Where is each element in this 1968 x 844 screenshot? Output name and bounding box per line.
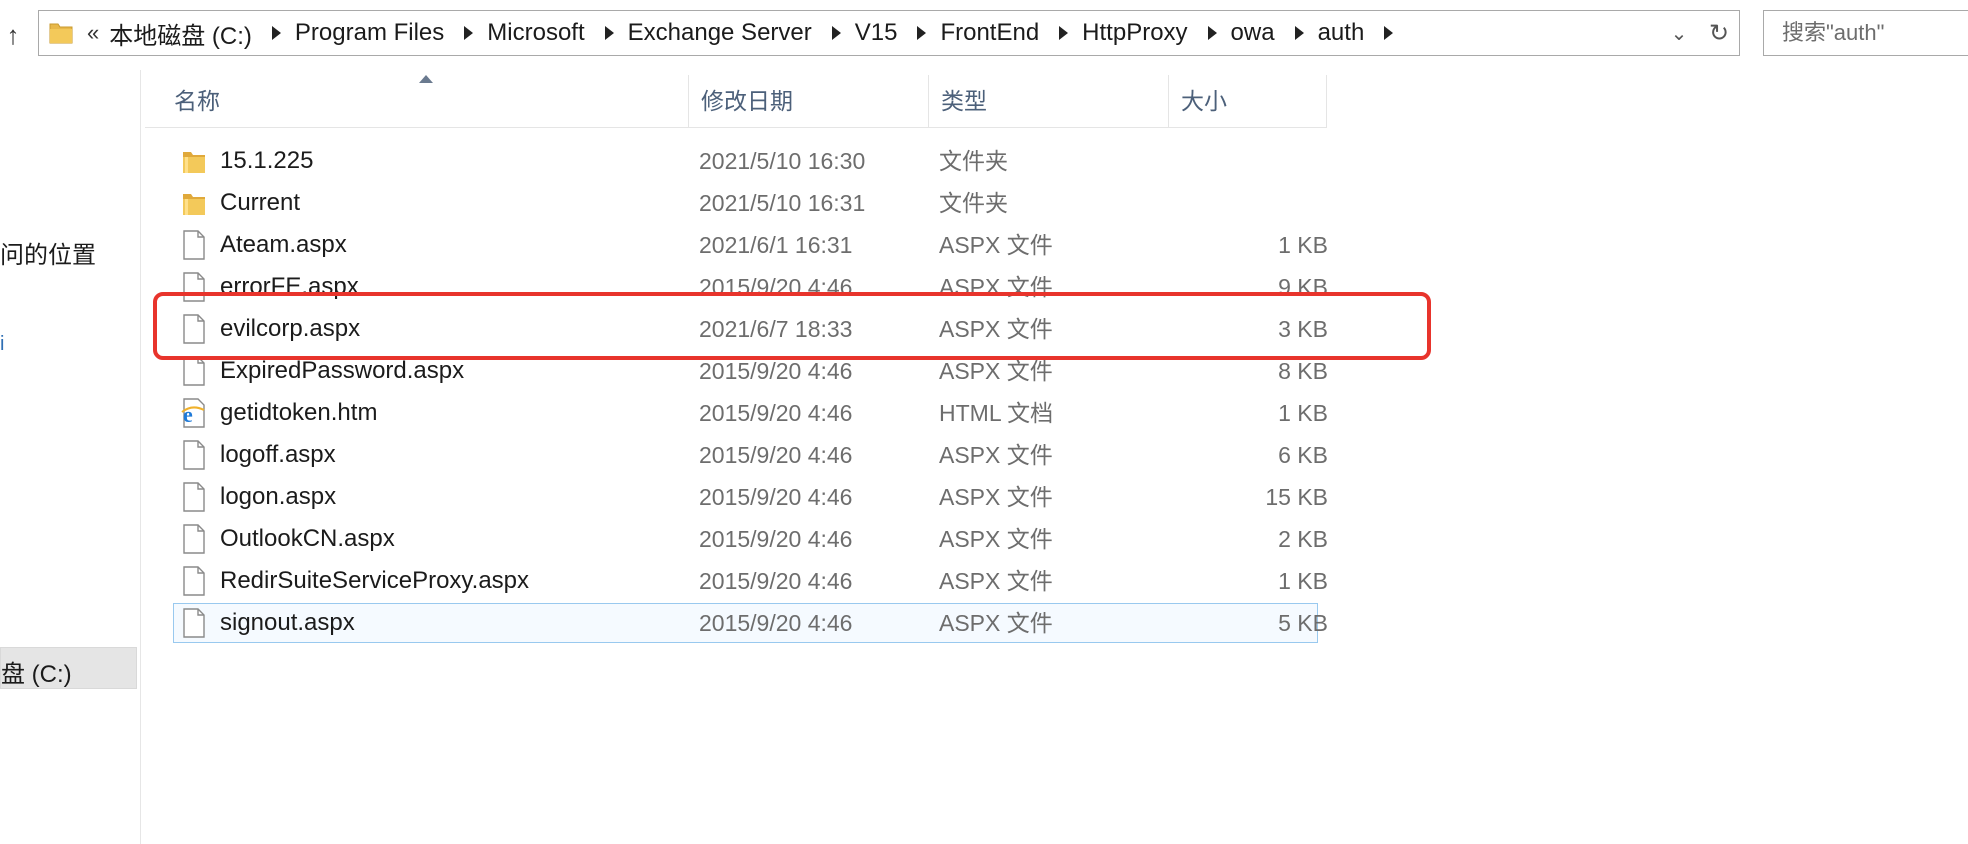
breadcrumb-separator-icon[interactable]: [464, 26, 474, 40]
file-name: OutlookCN.aspx: [220, 525, 395, 552]
up-arrow-icon[interactable]: ↑: [2, 22, 24, 48]
file-name: Ateam.aspx: [220, 231, 347, 258]
file-type: ASPX 文件: [939, 568, 1053, 594]
file-name: RedirSuiteServiceProxy.aspx: [220, 567, 530, 594]
file-name: signout.aspx: [220, 609, 355, 636]
breadcrumb-owa[interactable]: owa: [1231, 19, 1275, 47]
breadcrumb-auth[interactable]: auth: [1318, 19, 1365, 47]
breadcrumb-separator-icon[interactable]: [1207, 26, 1217, 40]
svg-text:e: e: [183, 402, 193, 427]
breadcrumb-program-files[interactable]: Program Files: [295, 19, 444, 47]
file-date: 2015/9/20 4:46: [699, 484, 853, 510]
file-size: 1 KB: [1278, 232, 1328, 258]
file-type: 文件夹: [939, 190, 1008, 216]
folder-icon: [49, 23, 73, 44]
column-headers: 名称 修改日期 类型 大小: [145, 75, 1327, 128]
file-size: 1 KB: [1278, 568, 1328, 594]
file-date: 2015/9/20 4:46: [699, 400, 853, 426]
file-type: ASPX 文件: [939, 484, 1053, 510]
file-row[interactable]: logoff.aspx 2015/9/20 4:46 ASPX 文件 6 KB: [145, 434, 1328, 476]
file-date: 2015/9/20 4:46: [699, 610, 853, 636]
file-row[interactable]: RedirSuiteServiceProxy.aspx 2015/9/20 4:4…: [145, 560, 1328, 602]
file-date: 2015/9/20 4:46: [699, 442, 853, 468]
folder-icon: [181, 146, 207, 176]
file-date: 2021/6/1 16:31: [699, 232, 853, 258]
file-name: Current: [220, 189, 301, 216]
file-icon: [181, 524, 207, 554]
address-toolbar: ↑ « 本地磁盘 (C:) Program Files Microsoft Ex…: [0, 0, 1968, 70]
file-name: logoff.aspx: [220, 441, 336, 468]
file-type: ASPX 文件: [939, 526, 1053, 552]
breadcrumb-frontend[interactable]: FrontEnd: [940, 19, 1039, 47]
breadcrumb-httpproxy[interactable]: HttpProxy: [1082, 19, 1187, 47]
breadcrumb-overflow[interactable]: «: [87, 20, 99, 46]
file-name: logon.aspx: [220, 483, 337, 510]
file-size: 1 KB: [1278, 400, 1328, 426]
file-name: getidtoken.htm: [220, 399, 378, 426]
file-icon: [181, 566, 207, 596]
file-size: 5 KB: [1278, 610, 1328, 636]
breadcrumb-separator-icon[interactable]: [917, 26, 927, 40]
file-row[interactable]: Ateam.aspx 2021/6/1 16:31 ASPX 文件 1 KB: [145, 224, 1328, 266]
file-icon: [181, 230, 207, 260]
breadcrumb-v15[interactable]: V15: [855, 19, 898, 47]
file-icon: [181, 482, 207, 512]
file-size: 6 KB: [1278, 442, 1328, 468]
breadcrumb-local-disk[interactable]: 本地磁盘 (C:): [109, 16, 252, 51]
breadcrumb-exchange-server[interactable]: Exchange Server: [628, 19, 812, 47]
ie-icon: e: [181, 398, 207, 428]
nav-item-drive-label: 盘 (C:): [1, 661, 72, 688]
file-row[interactable]: Current 2021/5/10 16:31 文件夹: [145, 182, 1327, 224]
nav-item-recent[interactable]: 问的位置: [0, 235, 96, 270]
file-date: 2015/9/20 4:46: [699, 526, 853, 552]
address-bar[interactable]: « 本地磁盘 (C:) Program Files Microsoft Exch…: [38, 10, 1740, 56]
file-date: 2021/5/10 16:30: [699, 148, 866, 174]
file-name: 15.1.225: [220, 147, 314, 174]
refresh-icon[interactable]: ↻: [1699, 19, 1739, 48]
file-date: 2015/9/20 4:46: [699, 568, 853, 594]
file-type: ASPX 文件: [939, 610, 1053, 636]
column-header-type[interactable]: 类型: [929, 75, 1169, 127]
search-input[interactable]: 搜索"auth": [1763, 10, 1968, 56]
file-row[interactable]: 15.1.225 2021/5/10 16:30 文件夹: [145, 140, 1327, 182]
folder-icon: [181, 188, 207, 218]
nav-item-link[interactable]: i: [0, 333, 4, 356]
file-icon: [181, 440, 207, 470]
nav-item-drive-selected[interactable]: 盘 (C:): [0, 647, 137, 689]
file-date: 2021/5/10 16:31: [699, 190, 866, 216]
file-row[interactable]: logon.aspx 2015/9/20 4:46 ASPX 文件 15 KB: [145, 476, 1328, 518]
file-icon: [181, 608, 207, 638]
navigation-pane: 问的位置 i 盘 (C:): [0, 70, 141, 844]
file-list: 15.1.225 2021/5/10 16:30 文件夹 Current 2021/5/…: [145, 140, 1328, 644]
file-size: 15 KB: [1265, 484, 1328, 510]
breadcrumb-separator-icon[interactable]: [1384, 26, 1394, 40]
chevron-down-icon[interactable]: ⌄: [1659, 21, 1699, 46]
file-row[interactable]: signout.aspx 2015/9/20 4:46 ASPX 文件 5 KB: [145, 602, 1328, 644]
file-type: ASPX 文件: [939, 232, 1053, 258]
breadcrumb-separator-icon[interactable]: [1059, 26, 1069, 40]
breadcrumb-separator-icon[interactable]: [1294, 26, 1304, 40]
breadcrumb-separator-icon[interactable]: [604, 26, 614, 40]
file-row[interactable]: OutlookCN.aspx 2015/9/20 4:46 ASPX 文件 2 KB: [145, 518, 1328, 560]
column-header-date[interactable]: 修改日期: [689, 75, 929, 127]
annotation-highlight-box: [153, 292, 1431, 360]
file-type: 文件夹: [939, 148, 1008, 174]
breadcrumb-microsoft[interactable]: Microsoft: [487, 19, 584, 47]
file-size: 2 KB: [1278, 526, 1328, 552]
file-row[interactable]: e getidtoken.htm 2015/9/20 4:46 HTML 文档 1 KB: [145, 392, 1328, 434]
breadcrumb-separator-icon[interactable]: [271, 26, 281, 40]
breadcrumb-separator-icon[interactable]: [831, 26, 841, 40]
column-header-size[interactable]: 大小: [1169, 75, 1327, 127]
file-type: HTML 文档: [939, 400, 1054, 426]
file-icon: [181, 356, 207, 386]
column-header-name[interactable]: 名称: [162, 75, 689, 127]
file-type: ASPX 文件: [939, 442, 1053, 468]
